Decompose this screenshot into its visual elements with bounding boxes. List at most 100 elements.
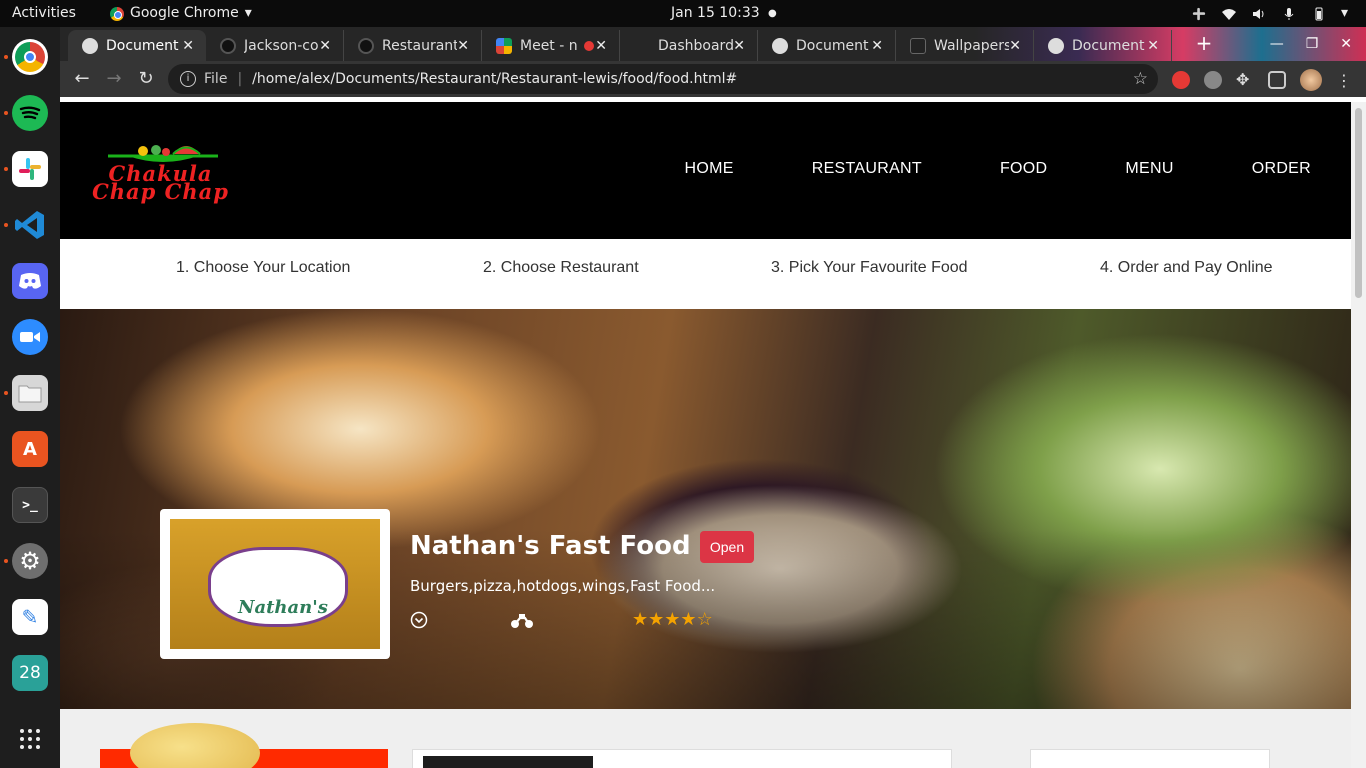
page-viewport: Chakula Chap Chap HOME RESTAURANT FOOD M… [60, 102, 1351, 768]
nav-food[interactable]: FOOD [1000, 160, 1047, 178]
show-apps-button[interactable] [12, 721, 48, 757]
chrome-logo-icon [15, 42, 45, 72]
delivery-motorcycle-icon [511, 614, 533, 628]
pencil-icon: ✎ [21, 605, 39, 629]
software-bag-icon: A [23, 438, 37, 460]
site-logo[interactable]: Chakula Chap Chap [68, 142, 253, 202]
fruit-bowl-icon [108, 145, 218, 162]
profile-avatar[interactable] [1300, 69, 1322, 91]
zoom-dock-icon[interactable] [12, 319, 48, 355]
globe-icon [1048, 37, 1064, 54]
close-tab-icon[interactable]: ✕ [182, 38, 194, 54]
discord-dock-icon[interactable] [12, 263, 48, 299]
address-bar[interactable]: i File | /home/alex/Documents/Restaurant… [168, 64, 1158, 94]
software-dock-icon[interactable]: A [12, 431, 48, 467]
restaurant-name: Nathan's Fast Food [410, 531, 691, 561]
spotify-dock-icon[interactable] [12, 95, 48, 131]
wifi-icon[interactable] [1221, 7, 1237, 21]
close-tab-icon[interactable]: ✕ [319, 38, 331, 54]
settings-dock-icon[interactable]: ⚙ [12, 543, 48, 579]
new-tab-button[interactable]: + [1193, 33, 1215, 55]
dock: A >_ ⚙ ✎ 28 [0, 27, 60, 768]
tab-document-2[interactable]: Document ✕ [758, 30, 896, 61]
caret-down-icon: ▾ [244, 5, 252, 21]
cloud-extension-icon[interactable] [1204, 71, 1222, 89]
tab-title: Document [106, 37, 179, 54]
reload-icon[interactable]: ↻ [136, 69, 156, 89]
forward-arrow-icon[interactable]: → [104, 69, 124, 89]
close-window-icon[interactable]: ✕ [1340, 36, 1352, 52]
battery-icon[interactable] [1311, 7, 1327, 21]
restaurant-card[interactable] [412, 749, 952, 768]
record-extension-icon[interactable] [1172, 71, 1190, 89]
tab-meet[interactable]: Meet - n ✕ [482, 30, 620, 61]
chevron-down-circle-icon[interactable] [410, 611, 428, 629]
kebab-menu-icon[interactable]: ⋮ [1336, 71, 1352, 90]
tab-document-active[interactable]: Document ✕ [68, 30, 206, 61]
system-tray[interactable]: ▾ [1191, 0, 1348, 27]
recording-icon [584, 40, 594, 51]
tab-title: Wallpapers [934, 37, 1010, 54]
maximize-icon[interactable]: ❐ [1306, 36, 1319, 52]
nav-home[interactable]: HOME [685, 160, 734, 178]
close-tab-icon[interactable]: ✕ [871, 38, 883, 54]
puzzle-icon[interactable]: ✥ [1236, 71, 1254, 89]
extensions-area: ✥ ⋮ [1172, 69, 1352, 91]
star-empty-icon: ☆ [696, 609, 713, 630]
tab-document-3[interactable]: Document ✕ [1034, 30, 1172, 61]
app-menu[interactable]: Google Chrome ▾ [110, 0, 252, 27]
text-editor-dock-icon[interactable]: ✎ [12, 599, 48, 635]
bookmark-star-icon[interactable]: ☆ [1133, 69, 1148, 89]
clock[interactable]: Jan 15 10:33 [671, 0, 760, 27]
close-tab-icon[interactable]: ✕ [457, 38, 469, 54]
tab-dashboard[interactable]: Dashboard ✕ [620, 30, 758, 61]
cuisine-list: Burgers,pizza,hotdogs,wings,Fast Food... [410, 577, 716, 595]
tab-strip: Document ✕ Jackson-co ✕ Restaurant ✕ Mee… [60, 27, 1366, 61]
back-arrow-icon[interactable]: ← [72, 69, 92, 89]
tab-jackson[interactable]: Jackson-co ✕ [206, 30, 344, 61]
volume-icon[interactable] [1251, 7, 1267, 21]
site-header: Chakula Chap Chap HOME RESTAURANT FOOD M… [60, 102, 1351, 239]
notification-dot-icon: ● [768, 8, 777, 19]
main-nav: HOME RESTAURANT FOOD MENU ORDER [607, 160, 1311, 178]
nav-order[interactable]: ORDER [1252, 160, 1311, 178]
site-info-icon[interactable]: i [180, 71, 196, 87]
cast-icon[interactable] [1268, 71, 1286, 89]
url-text[interactable]: /home/alex/Documents/Restaurant/Restaura… [252, 71, 737, 87]
restaurant-thumbnail[interactable]: Nathan's [160, 509, 390, 659]
nav-restaurant[interactable]: RESTAURANT [812, 160, 922, 178]
nav-menu[interactable]: MENU [1125, 160, 1173, 178]
tab-restaurant[interactable]: Restaurant ✕ [344, 30, 482, 61]
microphone-icon[interactable] [1281, 7, 1297, 21]
restaurant-photo: Nathan's [170, 519, 380, 649]
close-tab-icon[interactable]: ✕ [595, 38, 607, 54]
system-menu-caret-icon[interactable]: ▾ [1341, 0, 1348, 27]
globe-icon [772, 37, 788, 54]
vscode-dock-icon[interactable] [12, 207, 48, 243]
restaurant-meta: ★★★★☆ [410, 609, 730, 633]
zoom-logo-icon [20, 332, 40, 342]
calendar-dock-icon[interactable]: 28 [12, 655, 48, 691]
terminal-dock-icon[interactable]: >_ [12, 487, 48, 523]
folder-icon [18, 385, 42, 403]
slack-tray-icon[interactable] [1191, 7, 1207, 21]
close-tab-icon[interactable]: ✕ [1147, 38, 1159, 54]
slack-dock-icon[interactable] [12, 151, 48, 187]
running-indicator [4, 223, 8, 227]
chrome-dock-icon[interactable] [12, 39, 48, 75]
close-tab-icon[interactable]: ✕ [1009, 38, 1021, 54]
close-tab-icon[interactable]: ✕ [733, 38, 745, 54]
tab-wallpapers[interactable]: Wallpapers ✕ [896, 30, 1034, 61]
scrollbar-thumb[interactable] [1355, 108, 1362, 298]
restaurant-card-image [423, 756, 593, 768]
meet-icon [496, 37, 512, 54]
step-3: 3. Pick Your Favourite Food [771, 259, 968, 276]
tab-title: Jackson-co [244, 37, 319, 54]
files-dock-icon[interactable] [12, 375, 48, 411]
sidebar-card[interactable] [1030, 749, 1270, 768]
page-scrollbar[interactable] [1351, 102, 1366, 768]
minimize-icon[interactable]: — [1270, 36, 1284, 52]
github-icon [358, 37, 374, 54]
activities-button[interactable]: Activities [12, 0, 76, 27]
system-top-bar: Activities Google Chrome ▾ Jan 15 10:33 … [0, 0, 1366, 27]
